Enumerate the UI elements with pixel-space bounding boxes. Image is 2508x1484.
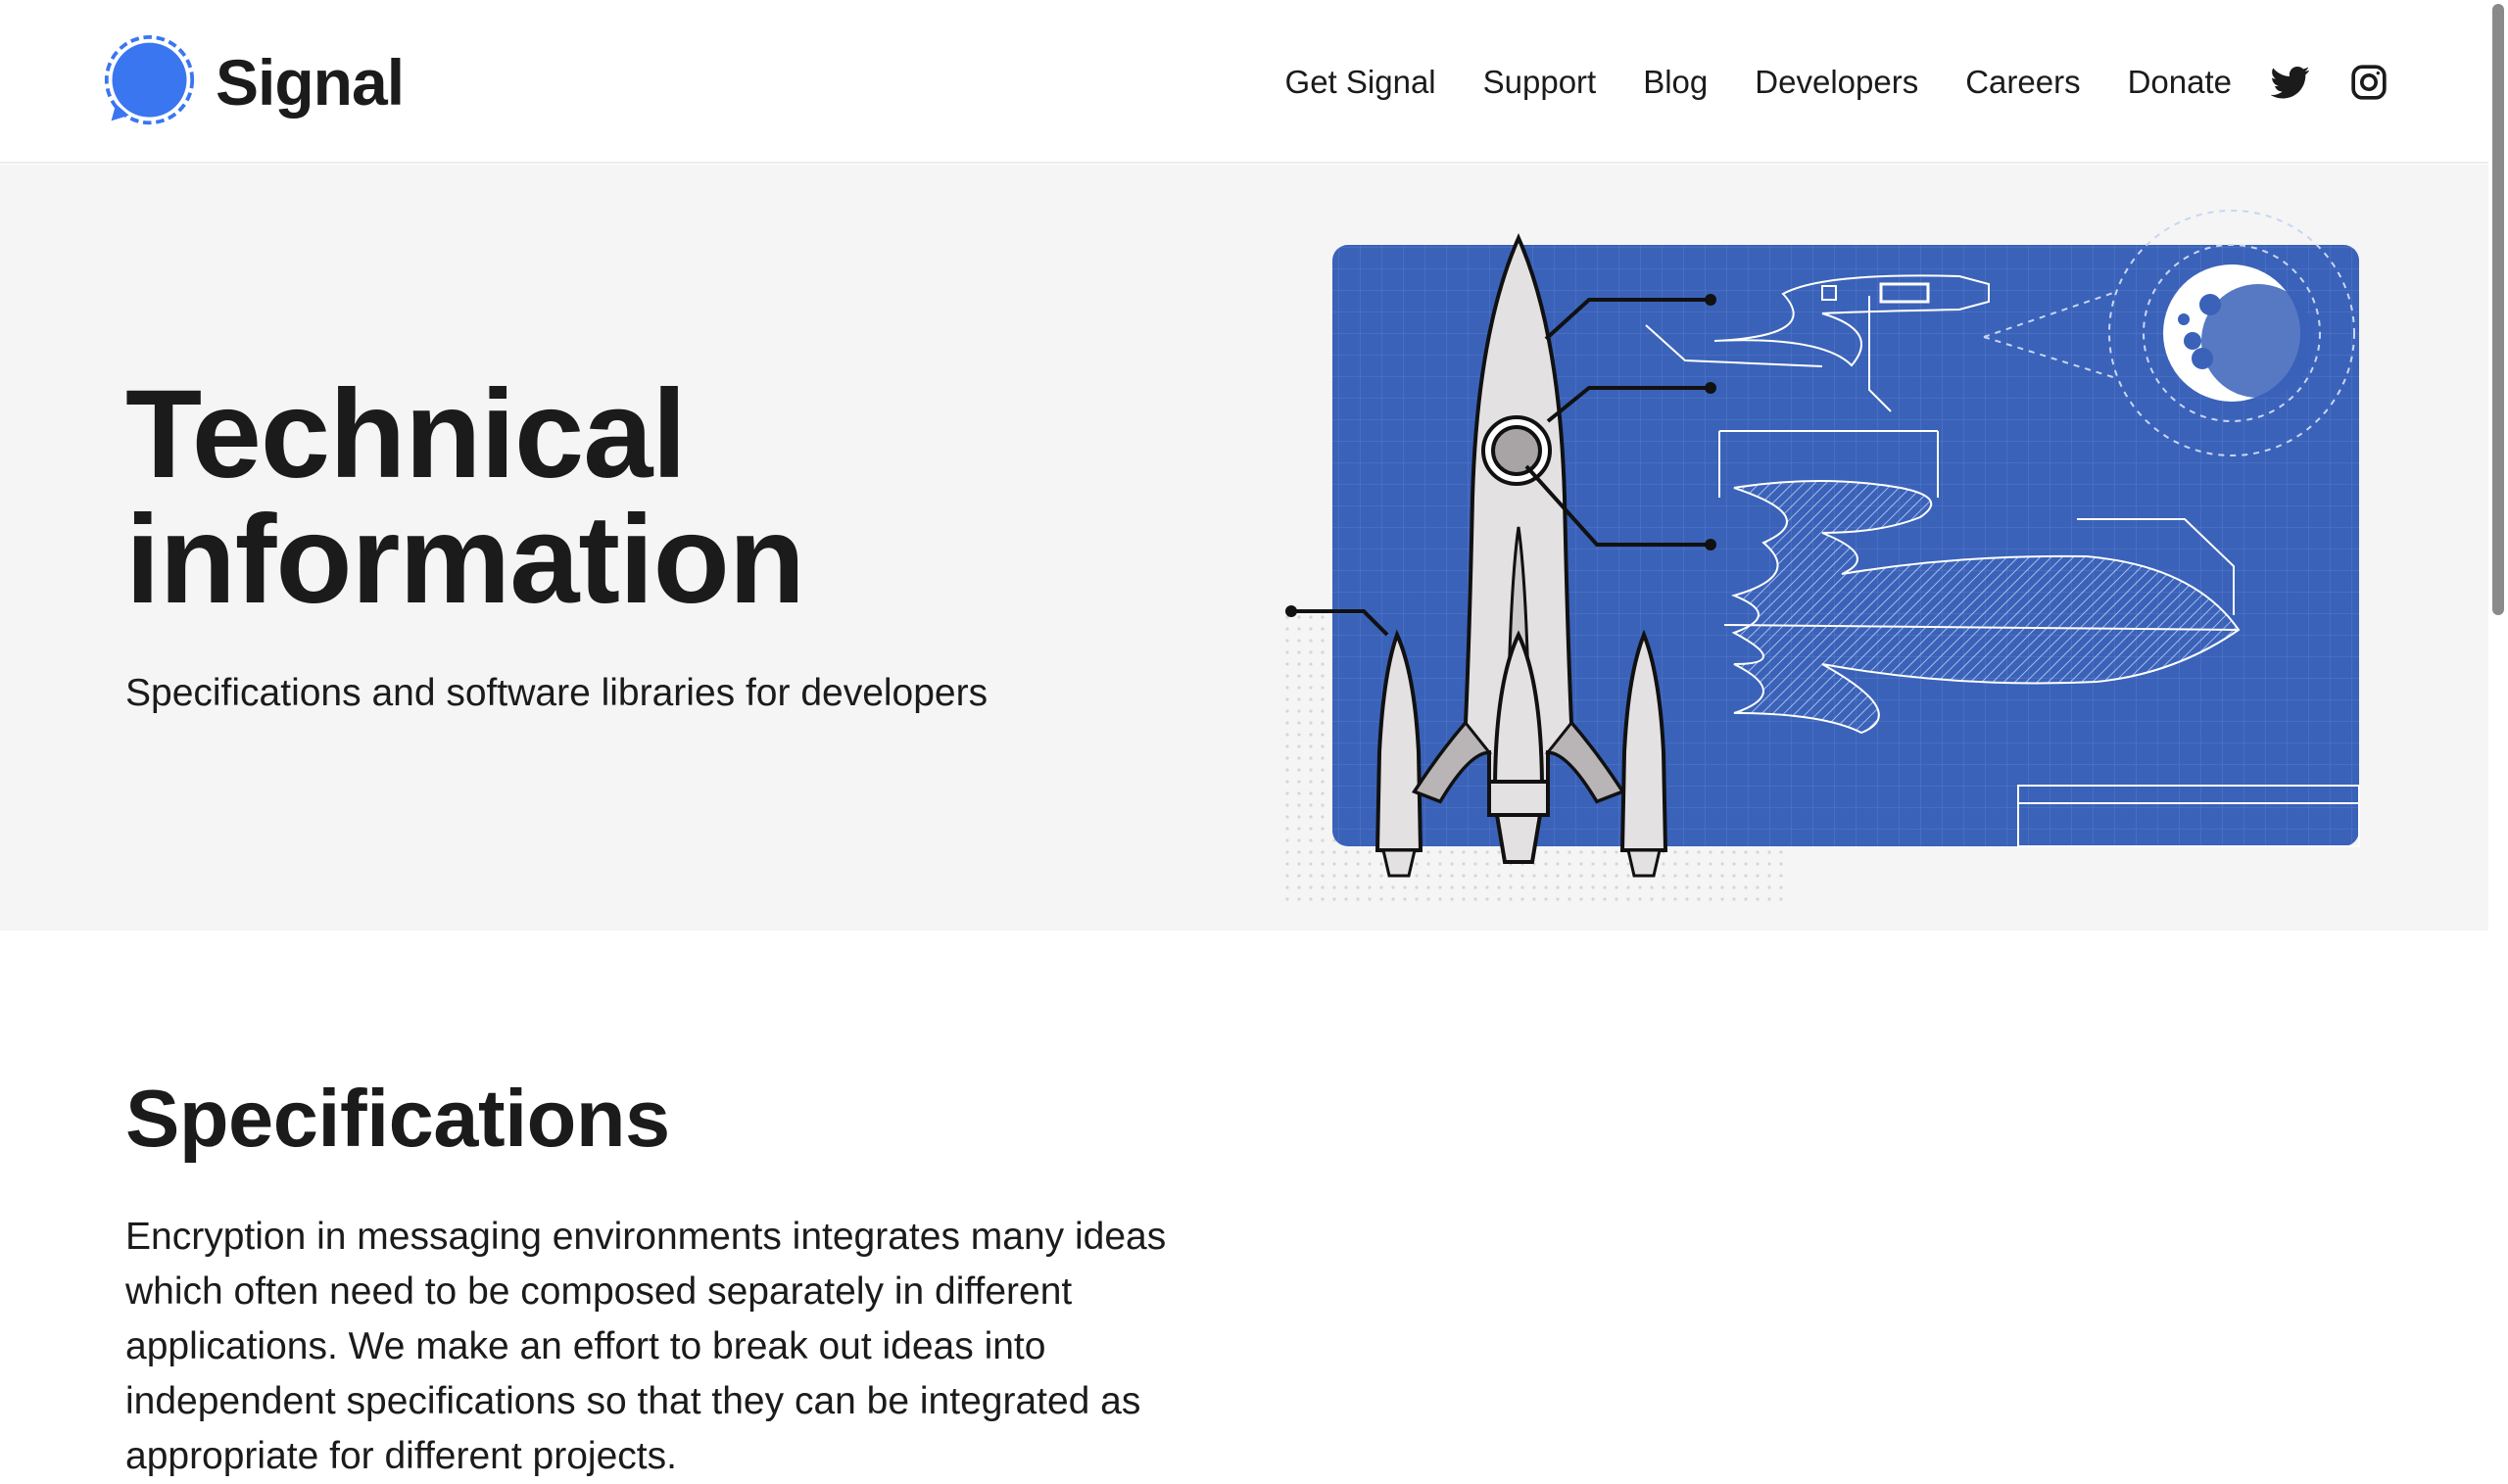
- page-scrollbar[interactable]: [2488, 0, 2508, 1460]
- twitter-icon[interactable]: [2271, 63, 2310, 102]
- instagram-icon[interactable]: [2349, 63, 2388, 102]
- nav-blog[interactable]: Blog: [1643, 64, 1708, 101]
- scrollbar-thumb[interactable]: [2492, 4, 2504, 615]
- signal-logo-link[interactable]: Signal: [103, 35, 405, 128]
- nav-donate[interactable]: Donate: [2128, 64, 2232, 101]
- nav-get-signal[interactable]: Get Signal: [1285, 64, 1436, 101]
- brand-name: Signal: [216, 45, 405, 119]
- page-title: Technical information: [125, 364, 805, 630]
- nav-careers[interactable]: Careers: [1965, 64, 2080, 101]
- signal-logo-icon: [104, 35, 195, 125]
- main-nav: Get Signal Support Blog Developers Caree…: [1285, 55, 2388, 110]
- specifications-description: Encryption in messaging environments int…: [125, 1216, 1167, 1477]
- nav-support[interactable]: Support: [1483, 64, 1597, 101]
- rocket-blueprint-illustration: [1274, 204, 2381, 909]
- site-header: Signal Get Signal Support Blog Developer…: [0, 0, 2488, 164]
- page-subtitle: Specifications and software libraries fo…: [125, 672, 989, 714]
- hero-section: Technical information Specifications and…: [0, 165, 2488, 931]
- nav-developers[interactable]: Developers: [1755, 64, 1918, 101]
- specifications-heading: Specifications: [125, 1073, 670, 1164]
